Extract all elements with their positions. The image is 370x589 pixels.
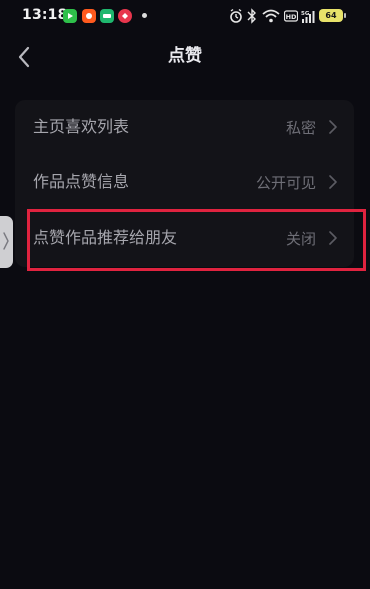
chevron-right-icon: [329, 175, 337, 189]
notification-dot: [142, 13, 147, 18]
svg-text:5G: 5G: [301, 11, 310, 17]
svg-text:HD: HD: [286, 13, 297, 21]
chevron-right-icon: [3, 232, 9, 250]
setting-value: 私密: [285, 119, 316, 137]
wifi-icon: [262, 9, 280, 23]
setting-row-homepage-likes[interactable]: 主页喜欢列表 私密: [15, 100, 354, 156]
side-drawer-handle[interactable]: [0, 216, 13, 268]
status-bar: 13:18 HD 5G 64: [0, 0, 370, 32]
app-icon-teal: [100, 9, 114, 23]
setting-label: 作品点赞信息: [33, 172, 130, 191]
chevron-right-icon: [329, 120, 337, 134]
alarm-icon: [230, 8, 242, 23]
app-icon-red: [118, 9, 132, 23]
battery-tip: [344, 13, 346, 18]
setting-value: 公开可见: [255, 174, 316, 192]
app-icon-orange: [82, 9, 96, 23]
settings-card: 主页喜欢列表 私密 作品点赞信息 公开可见 点赞作品推荐给朋友 关闭: [15, 100, 354, 267]
battery-icon: 64: [319, 9, 343, 22]
setting-label: 点赞作品推荐给朋友: [33, 228, 178, 247]
setting-row-like-info[interactable]: 作品点赞信息 公开可见: [15, 155, 354, 211]
setting-label: 主页喜欢列表: [33, 117, 130, 136]
cellular-signal-icon: 5G: [300, 8, 316, 24]
hd-icon: HD: [283, 8, 299, 24]
app-icon-green: [63, 9, 77, 23]
setting-row-recommend-to-friends[interactable]: 点赞作品推荐给朋友 关闭: [15, 211, 354, 267]
status-time: 13:18: [22, 7, 68, 23]
page-title: 点赞: [168, 46, 202, 66]
bluetooth-icon: [247, 8, 256, 24]
setting-value: 关闭: [285, 230, 316, 248]
chevron-right-icon: [329, 231, 337, 245]
